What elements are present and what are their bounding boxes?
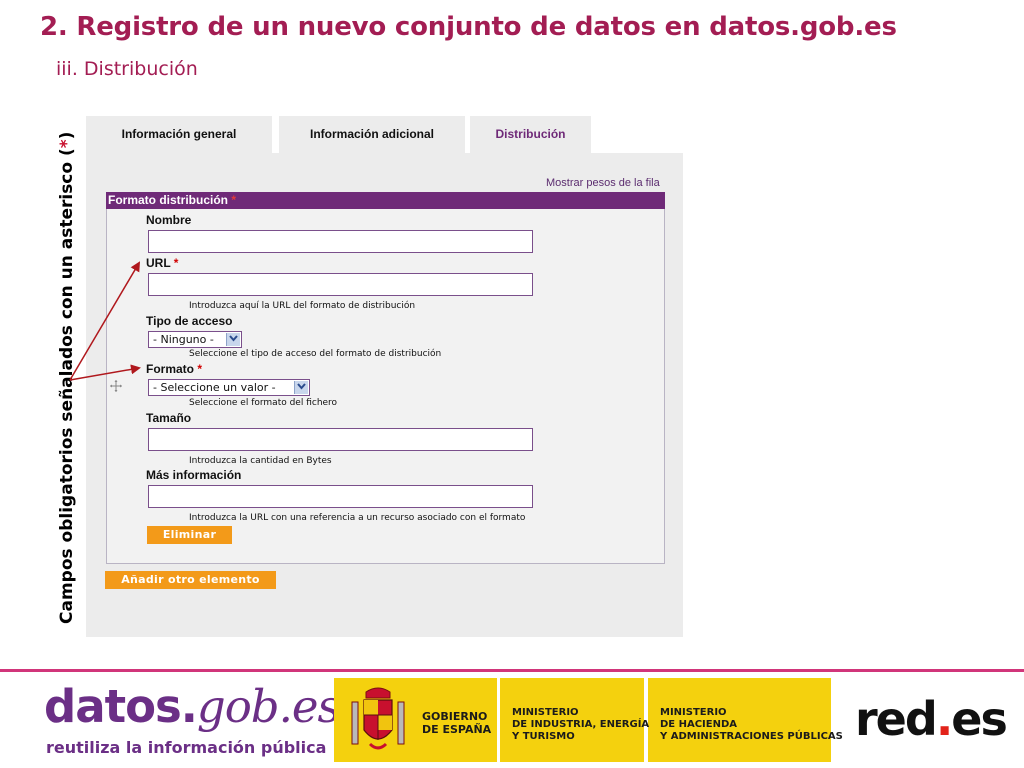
- ministerio-line: MINISTERIO: [660, 707, 727, 718]
- redes-part1: red: [855, 692, 938, 746]
- redes-dot: .: [935, 692, 954, 746]
- arrow-to-formato: [69, 364, 141, 381]
- ministerio-line: DE HACIENDA: [660, 719, 738, 730]
- gobierno-line: GOBIERNO: [422, 710, 488, 723]
- ministerio-line: Y ADMINISTRACIONES PÚBLICAS: [660, 731, 843, 742]
- ministerio-line: MINISTERIO: [512, 707, 579, 718]
- coat-of-arms-icon: [351, 687, 405, 750]
- redes-part2: es: [951, 692, 1008, 746]
- ministerio-line: DE INDUSTRIA, ENERGÍA: [512, 719, 650, 730]
- ministerio-industria-text: MINISTERIO DE INDUSTRIA, ENERGÍA Y TURIS…: [512, 707, 649, 743]
- arrow-to-url: [69, 261, 141, 381]
- logo-datos-text: datos.: [44, 680, 198, 733]
- ministerio-line: Y TURISMO: [512, 731, 575, 742]
- footer-divider: [0, 669, 1024, 672]
- gobierno-espana-text: GOBIERNO DE ESPAÑA: [422, 710, 491, 736]
- ministerio-hacienda-text: MINISTERIO DE HACIENDA Y ADMINISTRACIONE…: [660, 707, 843, 743]
- datos-gob-es-logo: datos.gob.es: [44, 680, 341, 733]
- red-es-logo: red.es: [855, 692, 1008, 746]
- logo-gob-text: gob.es: [196, 680, 341, 733]
- datos-tagline: reutiliza la información pública: [46, 738, 327, 757]
- annotation-arrows: [69, 261, 141, 381]
- gobierno-line: DE ESPAÑA: [422, 723, 492, 736]
